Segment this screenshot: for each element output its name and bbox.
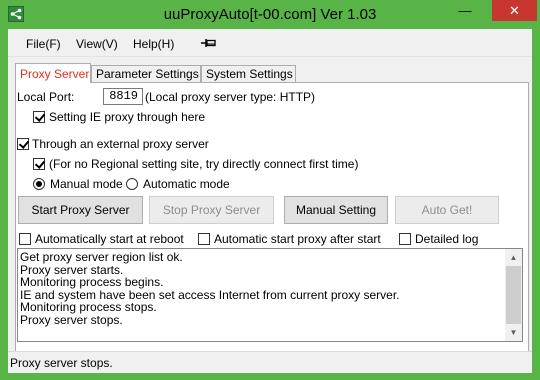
menu-bar: File(F) View(V) Help(H) xyxy=(8,29,532,57)
log-line: Monitoring process stops. xyxy=(20,300,157,314)
through-external-checkbox[interactable] xyxy=(17,138,29,150)
auto-reboot-label: Automatically start at reboot xyxy=(35,232,184,246)
status-bar: Proxy server stops. xyxy=(8,351,532,373)
automatic-mode-radio[interactable] xyxy=(126,178,138,190)
start-proxy-button[interactable]: Start Proxy Server xyxy=(18,196,143,224)
log-textbox[interactable]: Get proxy server region list ok. Proxy s… xyxy=(17,248,523,342)
manual-mode-label: Manual mode xyxy=(50,177,123,191)
proxy-server-panel: Local Port: 8819 (Local proxy server typ… xyxy=(15,82,529,365)
log-line: Get proxy server region list ok. xyxy=(20,250,183,264)
log-line: Monitoring process begins. xyxy=(20,275,164,289)
setting-ie-label: Setting IE proxy through here xyxy=(49,110,206,124)
log-line: Proxy server stops. xyxy=(20,312,123,327)
local-port-label: Local Port: xyxy=(17,90,75,104)
log-scrollbar[interactable]: ▲ ▼ xyxy=(505,249,522,341)
auto-get-button[interactable]: Auto Get! xyxy=(395,196,499,224)
minimize-button[interactable]: — xyxy=(452,0,478,21)
scroll-thumb[interactable] xyxy=(506,266,521,324)
stop-proxy-button[interactable]: Stop Proxy Server xyxy=(149,196,274,224)
client-area: File(F) View(V) Help(H) Proxy Server Par… xyxy=(8,29,532,373)
tab-parameter-settings[interactable]: Parameter Settings xyxy=(91,65,201,82)
no-regional-label: (For no Regional setting site, try direc… xyxy=(49,157,359,171)
auto-after-start-checkbox[interactable] xyxy=(198,233,210,245)
local-port-input[interactable]: 8819 xyxy=(103,88,143,105)
title-bar[interactable]: uuProxyAuto[t-00.com] Ver 1.03 — ✕ xyxy=(0,0,540,29)
detailed-log-label: Detailed log xyxy=(415,232,479,246)
scroll-down-icon[interactable]: ▼ xyxy=(505,324,522,341)
menu-file[interactable]: File(F) xyxy=(26,37,61,51)
auto-reboot-checkbox[interactable] xyxy=(19,233,31,245)
tab-proxy-server[interactable]: Proxy Server xyxy=(15,63,91,83)
setting-ie-checkbox[interactable] xyxy=(33,111,45,123)
tab-system-settings[interactable]: System Settings xyxy=(201,65,296,82)
app-window: uuProxyAuto[t-00.com] Ver 1.03 — ✕ File(… xyxy=(0,0,540,380)
manual-setting-button[interactable]: Manual Setting xyxy=(284,196,388,224)
auto-after-start-label: Automatic start proxy after start xyxy=(214,232,381,246)
menu-help[interactable]: Help(H) xyxy=(133,37,174,51)
log-lines: Get proxy server region list ok. Proxy s… xyxy=(20,251,400,326)
through-external-label: Through an external proxy server xyxy=(32,137,209,151)
status-text: Proxy server stops. xyxy=(10,356,113,370)
close-button[interactable]: ✕ xyxy=(492,0,537,21)
automatic-mode-label: Automatic mode xyxy=(143,177,230,191)
detailed-log-checkbox[interactable] xyxy=(399,233,411,245)
menu-view[interactable]: View(V) xyxy=(76,37,118,51)
manual-mode-radio[interactable] xyxy=(33,178,45,190)
scroll-up-icon[interactable]: ▲ xyxy=(505,249,522,266)
pin-icon[interactable] xyxy=(201,38,217,48)
local-port-note: (Local proxy server type: HTTP) xyxy=(145,90,316,104)
no-regional-checkbox[interactable] xyxy=(33,158,45,170)
